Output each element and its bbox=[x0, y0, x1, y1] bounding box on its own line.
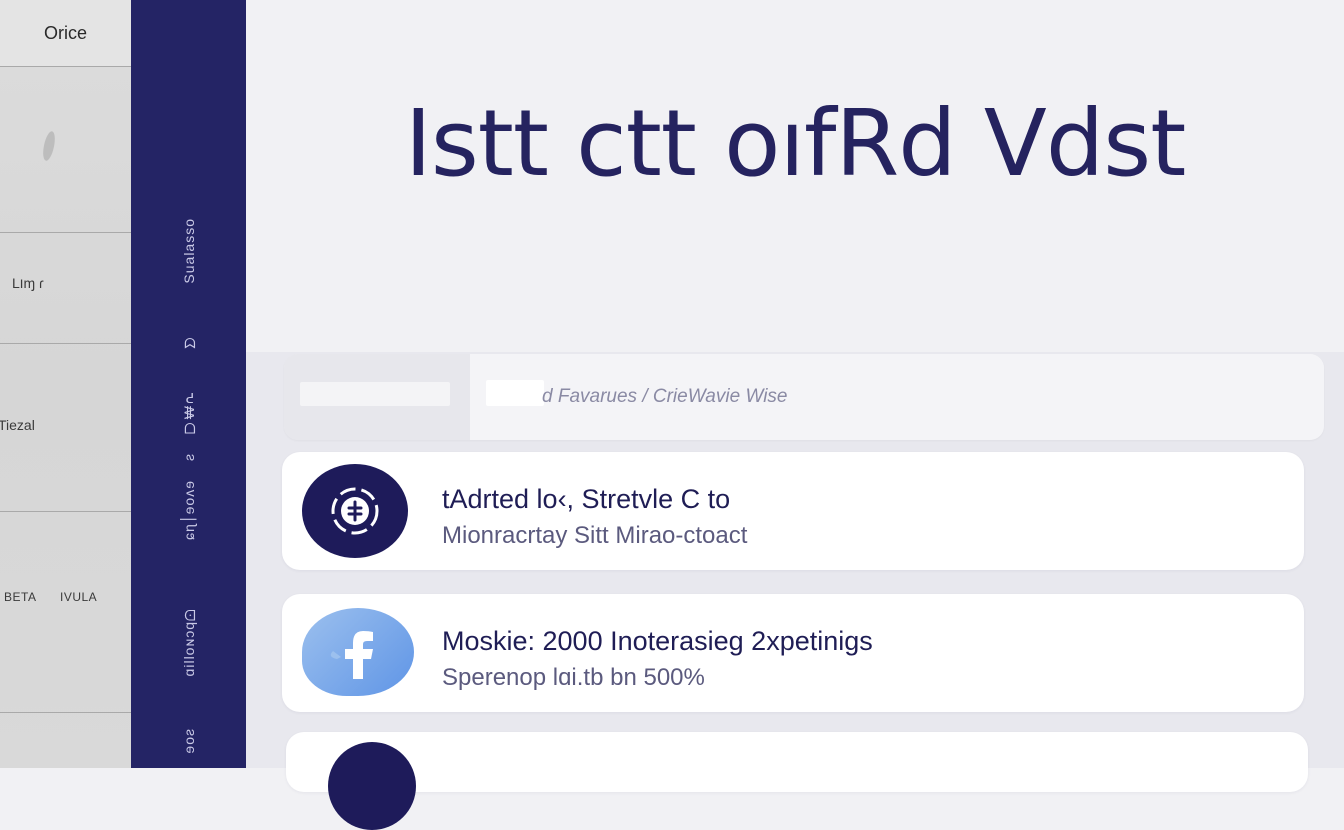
pane-item-label: Tiezal bbox=[0, 417, 35, 433]
card-subtitle: Mionracrtay Sitt Mirao-ctoact bbox=[442, 522, 748, 549]
rail-item-label: Sualasso bbox=[180, 218, 197, 284]
page-title: Istt ctt oıfRd Vdst bbox=[404, 90, 1187, 197]
navigation-rail: Sualasso ᗢ ᗜ₩ᕈ ƨ ɕɳ׀ɘoʌɘ ɑilloɴɔqᗠ ɘoƨ bbox=[131, 0, 246, 768]
pane-version-label: IVULA bbox=[60, 590, 98, 604]
card-title: tAdrted lo‹, Stretvle C to bbox=[442, 484, 731, 514]
preview-thumbnail-icon bbox=[40, 130, 58, 162]
rail-item-label: ᗜ₩ᕈ bbox=[180, 388, 197, 435]
rail-item-label: ᗢ bbox=[180, 334, 197, 349]
facebook-f-icon bbox=[302, 608, 414, 696]
rail-item-label: ƨ bbox=[180, 453, 197, 461]
list-card[interactable]: Moskie: 2000 Inoterasieg 2xpetinigs Sper… bbox=[282, 594, 1304, 712]
pane-section-preview[interactable] bbox=[0, 67, 131, 233]
scope-placeholder bbox=[300, 382, 450, 406]
partial-circle-icon bbox=[328, 742, 416, 830]
rail-item-label: ɘoƨ bbox=[180, 728, 197, 754]
content-area: d Favarues / CrieWavie Wise tAdrted lo‹,… bbox=[246, 352, 1344, 830]
rail-item-label: ɕɳ׀ɘoʌɘ bbox=[180, 480, 197, 541]
search-input[interactable]: d Favarues / CrieWavie Wise bbox=[470, 354, 1324, 440]
rail-item[interactable]: ɑilloɴɔqᗠ bbox=[131, 606, 246, 676]
rail-item[interactable]: ƨ bbox=[131, 453, 246, 461]
pane-section-item-1[interactable]: Lוɱ ɾ bbox=[0, 233, 131, 344]
rail-item[interactable]: Sualasso bbox=[131, 218, 246, 284]
pane-section-item-3[interactable]: BETA IVULA bbox=[0, 512, 131, 713]
rail-item[interactable]: ɘoƨ bbox=[131, 728, 246, 754]
pane-beta-label: BETA bbox=[4, 590, 37, 604]
rail-item[interactable]: ᗜ₩ᕈ bbox=[131, 388, 246, 434]
breadcrumb-text: d Favarues / CrieWavie Wise bbox=[542, 386, 788, 407]
card-subtitle: Sperenop lɑi.tb bn 500% bbox=[442, 664, 705, 691]
card-title: Moskie: 2000 Inoterasieg 2xpetinigs bbox=[442, 626, 873, 656]
pane-item-label: Lוɱ ɾ bbox=[12, 275, 44, 291]
list-card[interactable] bbox=[286, 732, 1308, 830]
badge-icon bbox=[302, 464, 408, 558]
search-scope-selector[interactable] bbox=[284, 354, 470, 440]
input-cursor-block bbox=[486, 380, 544, 406]
search-bar[interactable]: d Favarues / CrieWavie Wise bbox=[284, 354, 1324, 440]
hero-header: Istt ctt oıfRd Vdst bbox=[246, 0, 1344, 352]
left-pane: Orice Lוɱ ɾ Tiezal BETA IVULA bbox=[0, 0, 132, 768]
rail-item[interactable]: ᗢ bbox=[131, 334, 246, 349]
rail-item-label: ɑilloɴɔqᗠ bbox=[180, 606, 197, 677]
pane-section-item-2[interactable]: Tiezal bbox=[0, 344, 131, 512]
pane-title: Orice bbox=[0, 0, 131, 67]
rail-item[interactable]: ɕɳ׀ɘoʌɘ bbox=[131, 480, 246, 540]
list-card[interactable]: tAdrted lo‹, Stretvle C to Mionracrtay S… bbox=[282, 452, 1304, 570]
